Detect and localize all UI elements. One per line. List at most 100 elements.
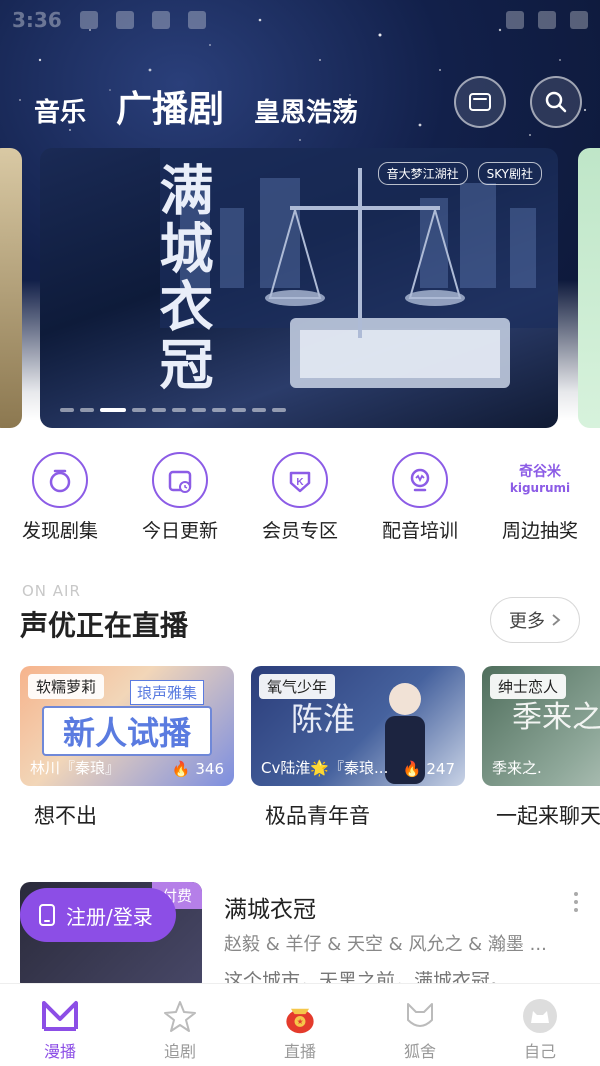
notification-icons: [79, 11, 206, 29]
live-card-caption: 一起来聊天: [496, 804, 600, 828]
bottom-nav-manbo[interactable]: 漫播: [10, 996, 110, 1062]
flame-icon: 🔥: [402, 760, 422, 778]
app-screen: 3:36 音乐 广播剧 皇恩浩荡 满城衣冠 音大梦江湖社 SKY剧社 发现剧集 …: [0, 0, 600, 1066]
live-card-count-value: 346: [195, 760, 224, 778]
bottom-nav-me[interactable]: 自己: [490, 996, 590, 1062]
star-icon: [160, 996, 200, 1036]
live-card-cover-subtext: 琅声雅集: [130, 680, 205, 705]
live-card-count: 🔥 346: [172, 760, 224, 778]
quick-nav-label: 配音培训: [381, 520, 458, 542]
live-card-host: 季来之.: [492, 759, 542, 777]
discover-icon: [32, 452, 88, 508]
bottom-nav-live[interactable]: ★ 直播: [250, 996, 350, 1062]
status-time: 3:36: [12, 8, 62, 32]
drama-cast: 赵毅 & 羊仔 & 天空 & 风允之 & 瀚墨 ...: [224, 934, 547, 955]
wifi-icon: [506, 11, 524, 29]
login-button[interactable]: 注册/登录: [20, 888, 176, 942]
live-card-caption: 极品青年音: [265, 804, 370, 828]
quick-nav: 发现剧集 今日更新 K 会员专区 配音培训 奇谷米 kigurumi 周边抽奖: [0, 452, 600, 543]
live-card-cover: 陈淮 氧气少年 Cv陆淮🌟『秦琅... 🔥 247: [251, 666, 465, 786]
mail-icon: [469, 93, 491, 111]
carousel-dot: [252, 408, 266, 412]
quick-nav-today[interactable]: 今日更新: [125, 452, 235, 543]
quick-nav-label: 会员专区: [261, 520, 338, 542]
section-title: 声优正在直播: [20, 609, 189, 642]
live-card-host: 林川『秦琅』: [30, 759, 121, 777]
bottom-nav-label: 追剧: [163, 1042, 196, 1061]
vip-icon: K: [272, 452, 328, 508]
phone-icon: [39, 904, 55, 926]
calendar-icon: [152, 452, 208, 508]
live-card[interactable]: 新人试播 琅声雅集 软糯萝莉 林川『秦琅』 🔥 346 想不出: [20, 666, 234, 830]
system-icons: [506, 11, 588, 29]
carousel-dot: [172, 408, 186, 412]
tab-huangen[interactable]: 皇恩浩荡: [254, 92, 358, 129]
mail-button[interactable]: [454, 76, 506, 128]
carousel-indicator: [60, 408, 286, 412]
banner-title: 满城衣冠: [150, 162, 214, 394]
avatar-icon: [520, 996, 560, 1036]
carousel-dot: [132, 408, 146, 412]
more-label: 更多: [509, 611, 545, 632]
more-button[interactable]: 更多: [490, 597, 580, 643]
bottom-nav-label: 自己: [523, 1042, 556, 1061]
flame-icon: 🔥: [171, 760, 191, 778]
drama-title[interactable]: 满城衣冠: [224, 890, 316, 924]
live-card-count-value: 247: [426, 760, 455, 778]
top-tabs: 音乐 广播剧 皇恩浩荡: [34, 80, 358, 132]
banner-slide[interactable]: 满城衣冠 音大梦江湖社 SKY剧社: [40, 148, 558, 428]
more-options-icon[interactable]: [574, 892, 580, 916]
section-kicker: ON AIR: [22, 582, 81, 600]
carousel-dot: [60, 408, 74, 412]
signal-icon: [538, 11, 556, 29]
live-card-cover: 新人试播 琅声雅集 软糯萝莉 林川『秦琅』 🔥 346: [20, 666, 234, 786]
bottom-nav-label: 狐舍: [403, 1042, 436, 1061]
quick-nav-training[interactable]: 配音培训: [365, 452, 475, 543]
quick-nav-discover[interactable]: 发现剧集: [5, 452, 115, 543]
carousel-dot: [272, 408, 286, 412]
bottom-nav-label: 漫播: [43, 1042, 76, 1061]
bottom-nav-label: 直播: [283, 1042, 316, 1061]
carousel-dot: [212, 408, 226, 412]
bottom-nav-follow[interactable]: 追剧: [130, 996, 230, 1062]
svg-text:★: ★: [297, 1017, 304, 1026]
kigurumi-logo-top: 奇谷米: [519, 464, 561, 480]
live-card[interactable]: 陈淮 氧气少年 Cv陆淮🌟『秦琅... 🔥 247 极品青年音: [251, 666, 465, 830]
live-card-count: 🔥 247: [403, 760, 455, 778]
live-card-host: Cv陆淮🌟『秦琅...: [261, 759, 389, 777]
live-card-cover: 季来之 绅士恋人 季来之.: [482, 666, 600, 786]
bottom-nav: 漫播 追剧 ★ 直播 狐舍 自己: [0, 983, 600, 1066]
live-card-tag: 氧气少年: [259, 674, 336, 699]
live-card-caption: 想不出: [34, 804, 97, 828]
carousel-dot-active: [100, 408, 126, 412]
kigurumi-logo-bottom: kigurumi: [509, 481, 571, 495]
quick-nav-vip[interactable]: K 会员专区: [245, 452, 355, 543]
search-button[interactable]: [530, 76, 582, 128]
quick-nav-label: 发现剧集: [21, 520, 98, 542]
bottom-nav-foxhouse[interactable]: 狐舍: [370, 996, 470, 1062]
login-label: 注册/登录: [66, 904, 153, 929]
live-card[interactable]: 季来之 绅士恋人 季来之. 一起来聊天: [482, 666, 600, 830]
tab-music[interactable]: 音乐: [34, 92, 86, 129]
carousel-dot: [80, 408, 94, 412]
banner-prev-peek[interactable]: [0, 148, 22, 428]
search-icon: [545, 91, 567, 113]
fox-icon: [400, 996, 440, 1036]
notification-icon: [79, 11, 98, 29]
tab-radio-drama[interactable]: 广播剧: [116, 80, 224, 132]
manbo-logo-icon: [40, 996, 80, 1036]
carousel-dot: [192, 408, 206, 412]
kigurumi-logo: 奇谷米 kigurumi: [509, 452, 571, 508]
carousel-dot: [152, 408, 166, 412]
live-card-cover-text: 新人试播: [42, 706, 212, 756]
quick-nav-merch[interactable]: 奇谷米 kigurumi 周边抽奖: [485, 452, 595, 543]
chevron-right-icon: [552, 614, 561, 626]
lucky-bag-icon: ★: [280, 996, 320, 1036]
quick-nav-label: 周边抽奖: [501, 520, 578, 542]
banner-logos: 音大梦江湖社 SKY剧社: [377, 162, 542, 185]
carousel-dot: [232, 408, 246, 412]
live-card-tag: 软糯萝莉: [28, 674, 105, 699]
live-card-tag: 绅士恋人: [490, 674, 567, 699]
svg-text:K: K: [296, 477, 304, 488]
banner-next-peek[interactable]: [578, 148, 600, 428]
